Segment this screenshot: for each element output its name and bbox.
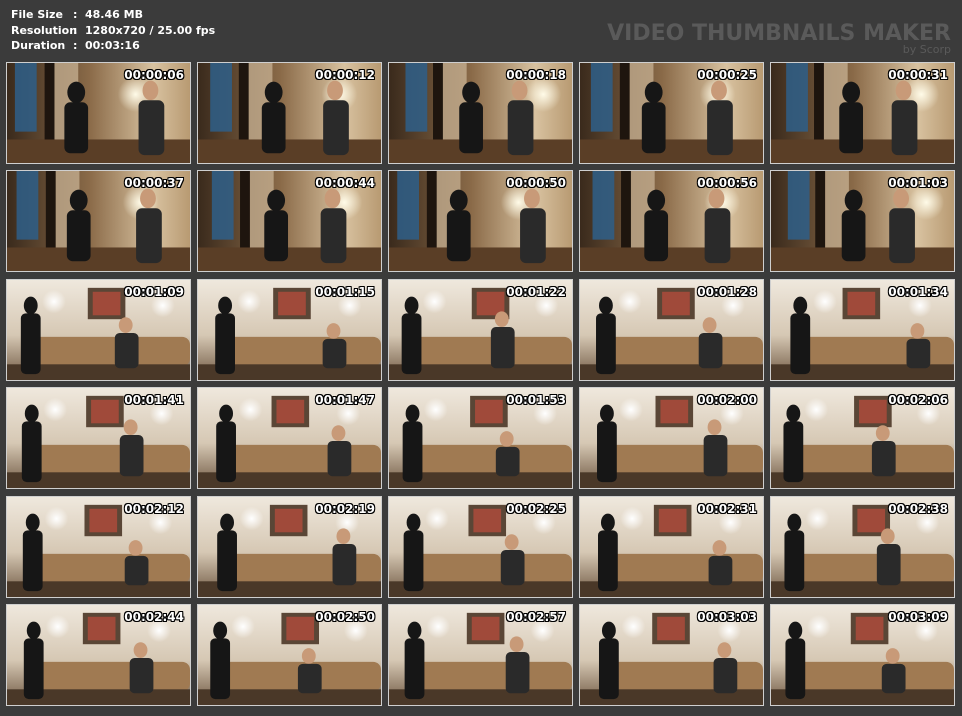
info-label: Resolution — [11, 23, 78, 37]
thumbnail-timestamp: 00:02:50 — [315, 610, 375, 624]
thumbnail-timestamp: 00:01:15 — [315, 285, 375, 299]
thumbnail-timestamp: 00:00:25 — [697, 68, 757, 82]
thumbnail-timestamp: 00:01:28 — [697, 285, 757, 299]
video-thumbnail: 00:01:15 — [197, 279, 382, 381]
thumbnail-timestamp: 00:02:00 — [697, 393, 757, 407]
info-label: File Size — [11, 8, 63, 21]
video-thumbnail: 00:02:50 — [197, 604, 382, 706]
video-thumbnail: 00:02:25 — [388, 496, 573, 598]
thumbnail-timestamp: 00:03:03 — [697, 610, 757, 624]
video-thumbnail: 00:00:12 — [197, 62, 382, 164]
brand-watermark: VIDEO THUMBNAILS MAKER by Scorp — [607, 21, 951, 55]
video-thumbnail: 00:00:25 — [579, 62, 764, 164]
thumbnail-timestamp: 00:00:06 — [124, 68, 184, 82]
video-thumbnail: 00:00:18 — [388, 62, 573, 164]
info-value: 1280x720 / 25.00 fps — [85, 23, 216, 37]
thumbnail-timestamp: 00:02:19 — [315, 502, 375, 516]
video-thumbnail: 00:01:22 — [388, 279, 573, 381]
thumbnail-timestamp: 00:01:53 — [506, 393, 566, 407]
video-thumbnail: 00:02:38 — [770, 496, 955, 598]
video-thumbnail: 00:01:34 — [770, 279, 955, 381]
video-thumbnail: 00:02:44 — [6, 604, 191, 706]
video-thumbnail: 00:01:03 — [770, 170, 955, 272]
thumbnail-timestamp: 00:00:12 — [315, 68, 375, 82]
info-value: 00:03:16 — [85, 39, 140, 52]
video-thumbnail: 00:02:19 — [197, 496, 382, 598]
video-thumbnail: 00:01:41 — [6, 387, 191, 489]
info-separator: : — [73, 23, 78, 37]
thumbnail-timestamp: 00:01:22 — [506, 285, 566, 299]
video-thumbnail: 00:00:06 — [6, 62, 191, 164]
video-thumbnail: 00:02:31 — [579, 496, 764, 598]
video-thumbnail: 00:01:09 — [6, 279, 191, 381]
video-thumbnail: 00:02:57 — [388, 604, 573, 706]
video-thumbnail: 00:01:47 — [197, 387, 382, 489]
video-thumbnail: 00:00:37 — [6, 170, 191, 272]
info-row-resolution: Resolution : 1280x720 / 25.00 fps — [11, 23, 215, 39]
video-thumbnail: 00:02:00 — [579, 387, 764, 489]
info-row-file-size: File Size : 48.46 MB — [11, 7, 215, 23]
thumbnail-timestamp: 00:01:03 — [888, 176, 948, 190]
thumbnail-timestamp: 00:01:09 — [124, 285, 184, 299]
thumbnail-timestamp: 00:02:12 — [124, 502, 184, 516]
file-info-panel: File Size : 48.46 MB Resolution : 1280x7… — [11, 7, 215, 54]
info-value: 48.46 MB — [85, 8, 143, 21]
video-thumbnail: 00:02:12 — [6, 496, 191, 598]
thumbnail-timestamp: 00:00:31 — [888, 68, 948, 82]
thumbnail-timestamp: 00:00:44 — [315, 176, 375, 190]
thumbnail-timestamp: 00:03:09 — [888, 610, 948, 624]
video-thumbnail: 00:00:56 — [579, 170, 764, 272]
video-thumbnail: 00:00:31 — [770, 62, 955, 164]
thumbnail-timestamp: 00:01:47 — [315, 393, 375, 407]
thumbnail-timestamp: 00:02:44 — [124, 610, 184, 624]
video-thumbnail: 00:03:09 — [770, 604, 955, 706]
brand-title: VIDEO THUMBNAILS MAKER — [607, 21, 951, 46]
thumbnail-timestamp: 00:02:06 — [888, 393, 948, 407]
thumbnail-timestamp: 00:02:57 — [506, 610, 566, 624]
thumbnail-timestamp: 00:00:37 — [124, 176, 184, 190]
info-label: Duration — [11, 39, 66, 52]
video-thumbnail: 00:00:44 — [197, 170, 382, 272]
info-row-duration: Duration : 00:03:16 — [11, 38, 215, 54]
thumbnail-timestamp: 00:00:50 — [506, 176, 566, 190]
thumbnail-timestamp: 00:00:56 — [697, 176, 757, 190]
thumbnail-timestamp: 00:01:41 — [124, 393, 184, 407]
video-thumbnail: 00:00:50 — [388, 170, 573, 272]
video-thumbnail: 00:01:53 — [388, 387, 573, 489]
video-thumbnail: 00:03:03 — [579, 604, 764, 706]
thumbnail-timestamp: 00:00:18 — [506, 68, 566, 82]
info-separator: : — [73, 8, 78, 21]
info-separator: : — [73, 39, 78, 52]
thumbnail-timestamp: 00:01:34 — [888, 285, 948, 299]
video-thumbnail: 00:02:06 — [770, 387, 955, 489]
thumbnail-timestamp: 00:02:31 — [697, 502, 757, 516]
thumbnail-timestamp: 00:02:25 — [506, 502, 566, 516]
video-thumbnail: 00:01:28 — [579, 279, 764, 381]
thumbnail-timestamp: 00:02:38 — [888, 502, 948, 516]
